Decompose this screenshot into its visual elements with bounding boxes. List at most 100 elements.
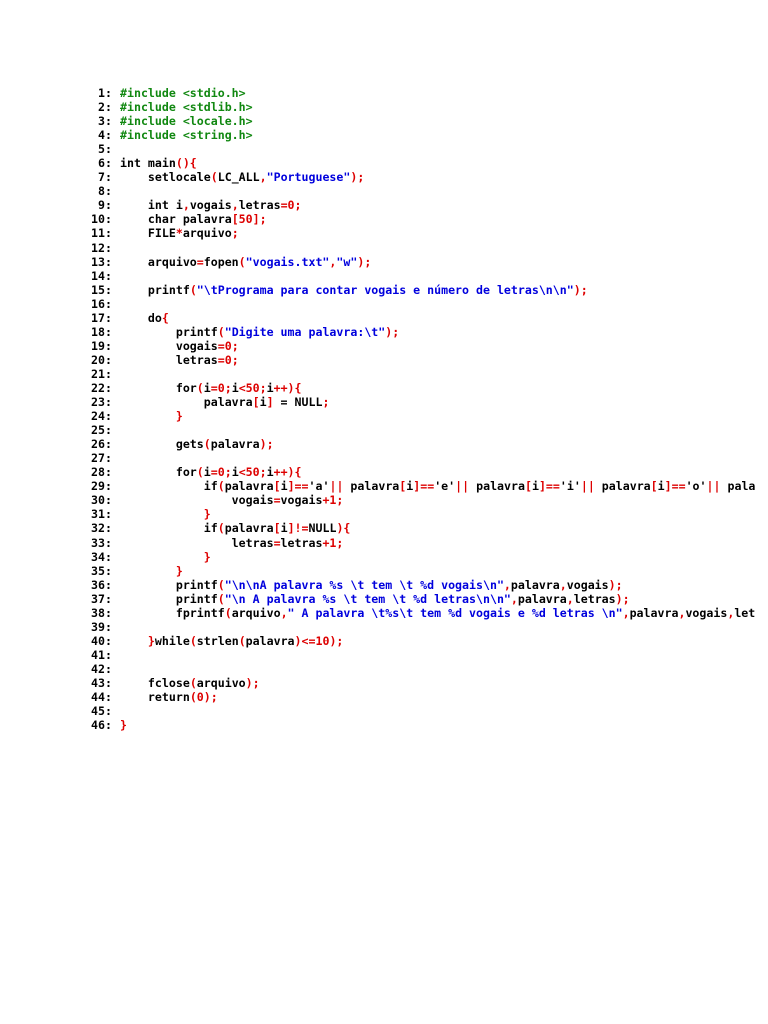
code-token: arquivo (120, 254, 197, 269)
code-token: ( (217, 591, 225, 606)
code-token: = (273, 535, 281, 550)
code-token: || (706, 479, 721, 494)
code-line: 31: } (0, 507, 768, 521)
code-line: 24: } (0, 409, 768, 423)
code-token: ; (231, 226, 239, 241)
code-token: ( (217, 479, 225, 494)
code-token: vogais (566, 577, 609, 592)
line-number: 9: (98, 198, 112, 213)
code-token: , (231, 198, 239, 213)
code-token: palavra (510, 577, 560, 592)
code-token: [ (273, 479, 281, 494)
code-line: 5: (0, 142, 768, 156)
code-line: 4: #include <string.h> (0, 128, 768, 142)
code-token: let (734, 605, 756, 620)
code-token: || (329, 479, 344, 494)
code-line: 17: do{ (0, 311, 768, 325)
code-token: int main (120, 156, 176, 171)
code-text: for(i=0;i<50;i++){ (120, 465, 302, 479)
code-line: 11: FILE*arquivo; (0, 226, 768, 240)
line-number: 6: (98, 156, 112, 171)
code-token: "\tPrograma para contar vogais e número … (196, 282, 574, 297)
code-text: } (120, 718, 127, 732)
code-token: =0; (210, 465, 232, 480)
code-token: int i (120, 198, 183, 213)
code-token: ); (385, 324, 400, 339)
code-token: palavra (517, 591, 567, 606)
code-token: =0; (217, 338, 239, 353)
code-token: , (280, 605, 288, 620)
code-text: char palavra[50]; (120, 212, 267, 226)
code-token: " A palavra \t%s\t tem %d vogais e %d le… (287, 605, 623, 620)
code-line: 28: for(i=0;i<50;i++){ (0, 465, 768, 479)
code-token: 'o' (685, 479, 707, 494)
code-token: i (657, 479, 665, 494)
code-token: letras (573, 591, 616, 606)
line-number: 21: (91, 366, 112, 381)
code-token: ( (189, 282, 197, 297)
code-token: ( (189, 633, 197, 648)
code-token: i (531, 479, 539, 494)
code-token: i (259, 395, 267, 410)
code-token: palavra (224, 479, 274, 494)
line-number: 19: (91, 338, 112, 353)
code-text: letras=0; (120, 353, 239, 367)
code-line: 10: char palavra[50]; (0, 212, 768, 226)
code-text: #include <locale.h> (120, 114, 253, 128)
code-token: letras (120, 352, 218, 367)
code-token: (0); (189, 690, 218, 705)
line-number: 4: (98, 128, 112, 143)
code-token: , (510, 591, 518, 606)
code-token: ; (322, 395, 330, 410)
code-token: = (273, 493, 281, 508)
code-token: pala (720, 479, 756, 494)
code-line: 22: for(i=0;i<50;i++){ (0, 381, 768, 395)
code-text: } (120, 550, 211, 564)
code-token: ); (357, 254, 372, 269)
code-text: }while(strlen(palavra)<=10); (120, 633, 344, 648)
code-token: gets (120, 437, 204, 452)
code-line: 30: vogais=vogais+1; (0, 493, 768, 507)
code-token: i (203, 380, 211, 395)
code-token: ); (608, 577, 623, 592)
line-number: 30: (91, 493, 112, 508)
code-line: 34: } (0, 550, 768, 564)
code-line: 2: #include <stdlib.h> (0, 100, 768, 114)
code-token: ++){ (273, 465, 302, 480)
code-token: )<=10); (294, 633, 344, 648)
code-token: i (266, 380, 274, 395)
code-token: || (580, 479, 595, 494)
line-number: 31: (91, 507, 112, 522)
line-number: 27: (91, 451, 112, 466)
code-text: for(i=0;i<50;i++){ (120, 381, 302, 395)
code-token: ]== (287, 479, 309, 494)
line-number: 29: (91, 479, 112, 494)
code-token: NULL (308, 521, 337, 536)
code-token: palavra (210, 437, 260, 452)
line-number: 42: (91, 661, 112, 676)
code-text: printf("Digite uma palavra:\t"); (120, 325, 399, 339)
code-token: ( (217, 324, 225, 339)
line-number: 2: (98, 100, 112, 115)
code-token: palavra (629, 605, 679, 620)
code-token: palavra (224, 521, 274, 536)
code-text: do{ (120, 311, 169, 325)
code-text: setlocale(LC_ALL,"Portuguese"); (120, 170, 364, 184)
code-token: palavra (120, 395, 253, 410)
code-token: fprintf (120, 605, 225, 620)
code-token: "Digite uma palavra:\t" (224, 324, 386, 339)
code-token: 'a' (308, 479, 330, 494)
code-line: 35: } (0, 564, 768, 578)
code-text: #include <stdio.h> (120, 86, 246, 100)
code-text: vogais=0; (120, 339, 239, 353)
code-line: 46:} (0, 718, 768, 732)
code-line: 43: fclose(arquivo); (0, 676, 768, 690)
code-token: 'i' (559, 479, 581, 494)
code-token: +1; (322, 493, 344, 508)
code-text: } (120, 564, 183, 578)
line-number: 34: (91, 549, 112, 564)
code-token: } (120, 633, 155, 648)
code-token: for (120, 380, 197, 395)
code-token: ){ (336, 521, 351, 536)
code-token: printf (120, 324, 218, 339)
